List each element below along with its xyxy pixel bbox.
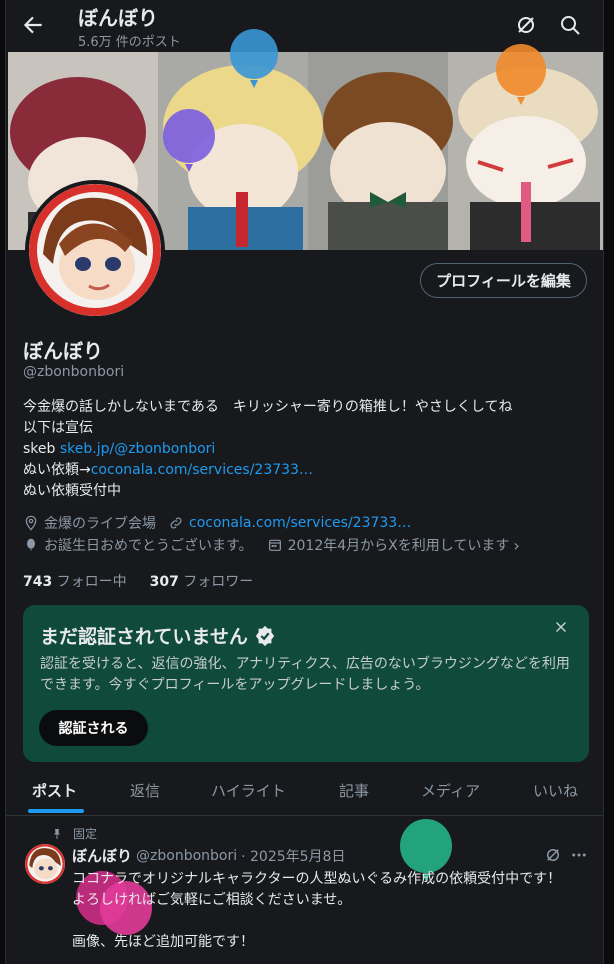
post-author-handle[interactable]: @zbonbonbori xyxy=(136,848,237,864)
bio-line: ぬい依頼→coconala.com/services/23733… xyxy=(23,460,512,481)
pinned-text: 固定 xyxy=(73,827,98,841)
tab-replies[interactable]: 返信 xyxy=(130,780,160,801)
avatar-image xyxy=(29,184,161,316)
tab-likes[interactable]: いいね xyxy=(533,780,578,801)
following-link[interactable]: 743 フォロー中 xyxy=(23,574,127,590)
orange-balloon-icon xyxy=(496,44,546,105)
verify-card-title: まだ認証されていません xyxy=(40,622,276,649)
following-label: フォロー中 xyxy=(52,574,127,590)
bio-skeb-label: skeb xyxy=(23,441,60,457)
balloon-icon xyxy=(27,538,35,551)
joined-text: 2012年4月からXを利用しています xyxy=(287,538,510,554)
bio-line: skeb skeb.jp/@zbonbonbori xyxy=(23,439,512,460)
post-author-avatar[interactable] xyxy=(25,844,65,884)
verified-badge-icon xyxy=(255,625,275,646)
tab-media[interactable]: メディア xyxy=(421,780,480,801)
header-title: ぼんぼり xyxy=(78,6,158,30)
verify-card-body: 認証を受けると、返信の強化、アナリティクス、広告のないブラウジングなどを利用でき… xyxy=(40,656,570,693)
follow-stats: 743 フォロー中 307 フォロワー xyxy=(23,571,253,591)
pin-icon xyxy=(54,828,60,839)
profile-avatar[interactable] xyxy=(25,180,165,320)
verify-button[interactable]: 認証される xyxy=(39,710,148,746)
grok-icon[interactable] xyxy=(544,846,562,864)
verify-title-text: まだ認証されていません xyxy=(40,626,248,648)
tab-articles[interactable]: 記事 xyxy=(339,780,369,801)
post-text: ココナラでオリジナルキャラクターの人型ぬいぐるみ作成の依頼受付中です！ よろしけ… xyxy=(72,869,582,953)
followers-link[interactable]: 307 フォロワー xyxy=(150,574,254,590)
profile-meta-row: 金爆のライブ会場 coconala.com/services/23733… xyxy=(23,513,411,533)
post-author-name[interactable]: ぼんぼり xyxy=(72,845,132,866)
edit-profile-button[interactable]: プロフィールを編集 xyxy=(420,263,587,298)
post-line: ココナラでオリジナルキャラクターの人型ぬいぐるみ作成の依頼受付中です！ xyxy=(72,871,562,887)
website-link[interactable]: coconala.com/services/23733… xyxy=(189,515,411,531)
bio-nui-label: ぬい依頼→ xyxy=(23,462,91,478)
profile-meta-row: お誕生日おめでとうございます。 2012年4月からXを利用しています › xyxy=(23,535,520,555)
post-line: 画像、先ほど追加可能です！ xyxy=(72,934,254,950)
more-icon[interactable] xyxy=(570,846,588,864)
pinned-label: 固定 xyxy=(51,825,97,842)
grok-icon[interactable] xyxy=(514,13,538,37)
tab-posts[interactable]: ポスト xyxy=(32,780,77,801)
post-line: よろしければご気軽にご相談くださいませ。 xyxy=(72,892,352,908)
profile-page: ぼんぼり 5.6万 件のポスト プロフィールを編集 ぼんぼり @zbonbonb… xyxy=(5,0,604,964)
following-count: 743 xyxy=(23,574,53,590)
coconala-link[interactable]: coconala.com/services/23733… xyxy=(91,462,313,478)
followers-label: フォロワー xyxy=(178,574,254,590)
link-icon xyxy=(170,517,182,529)
skeb-link[interactable]: skeb.jp/@zbonbonbori xyxy=(60,441,215,457)
bio-line: 以下は宣伝 xyxy=(23,420,93,436)
purple-balloon-icon xyxy=(163,109,215,172)
chevron-right-icon[interactable]: › xyxy=(513,536,519,555)
birthday-text: お誕生日おめでとうございます。 xyxy=(44,538,253,554)
post-count: 5.6万 件のポスト xyxy=(78,35,181,50)
back-arrow-icon[interactable] xyxy=(20,12,46,38)
bio-line: ぬい依頼受付中 xyxy=(23,483,121,499)
profile-tabs: ポスト 返信 ハイライト 記事 メディア いいね xyxy=(6,764,603,816)
verify-card: まだ認証されていません 認証を受けると、返信の強化、アナリティクス、広告のないブ… xyxy=(23,605,589,762)
followers-count: 307 xyxy=(149,574,179,590)
avatar-image xyxy=(25,844,65,884)
close-icon[interactable] xyxy=(552,618,570,636)
post-header: ぼんぼり @zbonbonbori · 2025年5月8日 xyxy=(72,845,345,866)
blue-balloon-icon xyxy=(230,29,278,88)
profile-name: ぼんぼり xyxy=(23,339,103,363)
profile-bio: 今金爆の話しかしないまである キリッシャー寄りの箱推し！やさしくしてね 以下は宣… xyxy=(23,397,512,502)
calendar-icon xyxy=(268,539,281,551)
bio-line: 今金爆の話しかしないまである キリッシャー寄りの箱推し！やさしくしてね xyxy=(23,399,513,415)
location-icon xyxy=(25,515,37,531)
tab-highlights[interactable]: ハイライト xyxy=(211,780,286,801)
search-icon[interactable] xyxy=(558,13,582,37)
location-text: 金爆のライブ会場 xyxy=(44,516,156,532)
post-date[interactable]: · 2025年5月8日 xyxy=(241,846,345,866)
active-tab-indicator xyxy=(28,809,84,813)
profile-handle: @zbonbonbori xyxy=(23,364,125,380)
